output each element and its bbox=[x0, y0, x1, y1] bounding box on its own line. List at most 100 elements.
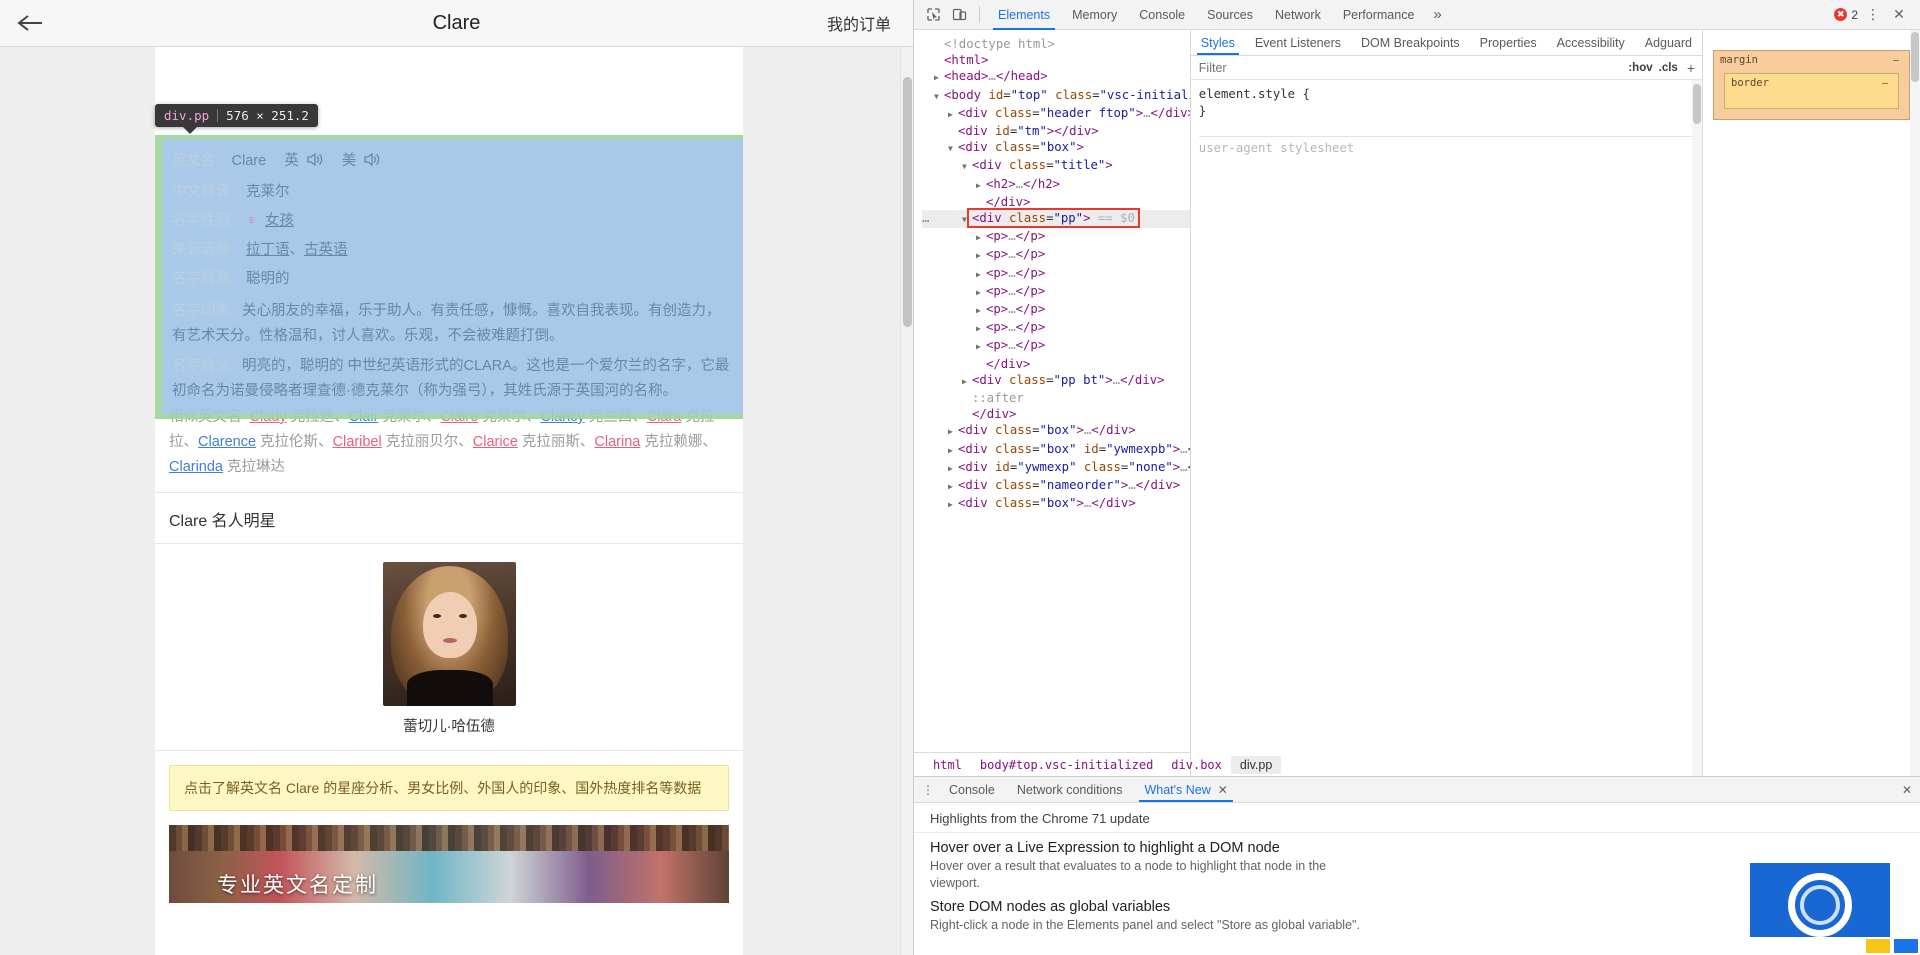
similar-name-link[interactable]: Clarina bbox=[594, 434, 640, 450]
dom-twisty-icon[interactable] bbox=[934, 68, 944, 86]
page-scrollbar[interactable] bbox=[900, 47, 913, 955]
dom-twisty-icon[interactable] bbox=[948, 422, 958, 440]
dom-twisty-icon[interactable] bbox=[976, 283, 986, 301]
speaker-us-icon[interactable] bbox=[363, 149, 380, 178]
dom-node[interactable]: <div class="title"> bbox=[922, 157, 1190, 175]
devtools-tab-elements[interactable]: Elements bbox=[987, 0, 1061, 30]
promo-banner[interactable]: 专业英文名定制 bbox=[169, 825, 729, 903]
close-icon[interactable]: ✕ bbox=[1888, 4, 1910, 26]
devtools-tab-memory[interactable]: Memory bbox=[1061, 0, 1128, 30]
styles-scrollbar-thumb[interactable] bbox=[1693, 84, 1701, 124]
dom-twisty-icon[interactable] bbox=[948, 459, 958, 477]
dom-node[interactable]: <div class="header ftop">…</div> bbox=[922, 105, 1190, 123]
page-scrollbar-thumb[interactable] bbox=[903, 77, 912, 327]
dom-node[interactable]: <div id="tm"></div> bbox=[922, 123, 1190, 139]
dom-node[interactable]: <h2>…</h2> bbox=[922, 176, 1190, 194]
dom-node[interactable]: <p>…</p> bbox=[922, 265, 1190, 283]
dom-twisty-icon[interactable] bbox=[948, 139, 958, 157]
gender-value[interactable]: 女孩 bbox=[265, 213, 294, 229]
dom-node-selected[interactable]: … <div class="pp"> == $0 bbox=[922, 208, 1190, 229]
drawer-tab-console[interactable]: Console bbox=[938, 777, 1006, 802]
vertical-dots-icon[interactable]: ⋮ bbox=[1862, 4, 1884, 26]
dom-node[interactable]: <body id="top" class="vsc-initialized"> bbox=[922, 87, 1190, 105]
dom-node[interactable]: <div class="nameorder">…</div> bbox=[922, 477, 1190, 495]
dom-twisty-icon[interactable] bbox=[948, 477, 958, 495]
dom-node[interactable]: <head>…</head> bbox=[922, 68, 1190, 86]
dom-node[interactable]: <div id="ywmexp" class="none">…</div> bbox=[922, 459, 1190, 477]
origin-link-1[interactable]: 拉丁语 bbox=[246, 242, 290, 258]
dom-node[interactable]: </div> bbox=[922, 406, 1190, 422]
dom-node[interactable]: <html> bbox=[922, 52, 1190, 68]
dom-twisty-icon[interactable] bbox=[948, 441, 958, 459]
drawer-tab-network-conditions[interactable]: Network conditions bbox=[1006, 777, 1134, 802]
drawer-tab-what-s-new[interactable]: What's New ✕ bbox=[1133, 777, 1238, 802]
dom-node[interactable]: <div class="pp bt">…</div> bbox=[922, 372, 1190, 390]
dom-twisty-icon[interactable] bbox=[976, 319, 986, 337]
similar-name-link[interactable]: Clarice bbox=[473, 434, 518, 450]
dom-twisty-icon[interactable] bbox=[948, 105, 958, 123]
dom-node-more-icon[interactable]: … bbox=[922, 210, 930, 226]
breadcrumb-item[interactable]: html bbox=[924, 756, 971, 774]
dom-twisty-icon[interactable] bbox=[976, 246, 986, 264]
hov-toggle[interactable]: :hov bbox=[1628, 62, 1652, 74]
dom-node[interactable]: <div class="box">…</div> bbox=[922, 495, 1190, 513]
devtools-tab-network[interactable]: Network bbox=[1264, 0, 1332, 30]
styles-tab-properties[interactable]: Properties bbox=[1470, 30, 1547, 55]
devtools-tab-sources[interactable]: Sources bbox=[1196, 0, 1264, 30]
styles-filter-input[interactable] bbox=[1194, 59, 1623, 76]
styles-tab-styles[interactable]: Styles bbox=[1191, 30, 1245, 55]
box-model-margin[interactable]: margin – border – bbox=[1713, 50, 1910, 120]
devtools-tab-performance[interactable]: Performance bbox=[1332, 0, 1426, 30]
inspect-element-icon[interactable] bbox=[920, 3, 946, 27]
dom-node[interactable]: <p>…</p> bbox=[922, 228, 1190, 246]
breadcrumb-item[interactable]: body#top.vsc-initialized bbox=[971, 756, 1162, 774]
celebrity-card[interactable]: 蕾切儿·哈伍德 bbox=[155, 544, 743, 751]
speaker-uk-icon[interactable] bbox=[306, 149, 323, 178]
dom-node[interactable]: <div class="box" id="ywmexpb">…</div> bbox=[922, 441, 1190, 459]
styles-tab-adguard[interactable]: Adguard bbox=[1635, 30, 1702, 55]
dom-node[interactable]: <p>…</p> bbox=[922, 301, 1190, 319]
dom-twisty-icon[interactable] bbox=[976, 265, 986, 283]
dom-twisty-icon[interactable] bbox=[976, 301, 986, 319]
styles-tab-event-listeners[interactable]: Event Listeners bbox=[1245, 30, 1351, 55]
cls-toggle[interactable]: .cls bbox=[1659, 62, 1678, 74]
dom-node[interactable]: <div class="box"> bbox=[922, 139, 1190, 157]
box-model-border[interactable]: border – bbox=[1724, 73, 1899, 109]
error-count-badge[interactable]: ✖ 2 bbox=[1834, 8, 1858, 22]
dom-node[interactable]: <p>…</p> bbox=[922, 319, 1190, 337]
dom-node[interactable]: <p>…</p> bbox=[922, 246, 1190, 264]
similar-name-link[interactable]: Clarinda bbox=[169, 459, 223, 475]
drawer-tab-close-icon[interactable]: ✕ bbox=[1218, 783, 1228, 797]
drawer-vertical-dots-icon[interactable]: ⋮ bbox=[918, 777, 938, 802]
styles-tab-dom-breakpoints[interactable]: DOM Breakpoints bbox=[1351, 30, 1470, 55]
drawer-close-icon[interactable]: ✕ bbox=[1894, 777, 1920, 802]
dom-twisty-icon[interactable] bbox=[962, 372, 972, 390]
celebrity-photo[interactable] bbox=[382, 562, 516, 706]
metrics-scrollbar[interactable] bbox=[1910, 30, 1920, 776]
device-toolbar-icon[interactable] bbox=[946, 3, 972, 27]
add-style-rule-icon[interactable]: + bbox=[1684, 60, 1698, 76]
similar-name-link[interactable]: Clarence bbox=[198, 434, 256, 450]
gender-link[interactable]: 女孩 bbox=[265, 213, 294, 229]
dom-node[interactable]: <!doctype html> bbox=[922, 36, 1190, 52]
metrics-scrollbar-thumb[interactable] bbox=[1911, 32, 1919, 82]
styles-tab-accessibility[interactable]: Accessibility bbox=[1547, 30, 1635, 55]
dom-node[interactable]: ::after bbox=[922, 390, 1190, 406]
dom-twisty-icon[interactable] bbox=[948, 495, 958, 513]
notice-banner[interactable]: 点击了解英文名 Clare 的星座分析、男女比例、外国人的印象、国外热度排名等数… bbox=[169, 765, 729, 811]
dom-twisty-icon[interactable] bbox=[934, 87, 944, 105]
origin-link-2[interactable]: 古英语 bbox=[304, 242, 348, 258]
dom-twisty-icon[interactable] bbox=[976, 337, 986, 355]
styles-scrollbar[interactable] bbox=[1692, 80, 1702, 776]
dom-twisty-icon[interactable] bbox=[976, 228, 986, 246]
chevron-double-right-icon[interactable]: » bbox=[1425, 6, 1449, 23]
devtools-tab-console[interactable]: Console bbox=[1128, 0, 1196, 30]
dom-node[interactable]: </div> bbox=[922, 194, 1190, 210]
dom-node[interactable]: <p>…</p> bbox=[922, 283, 1190, 301]
dom-tree[interactable]: <!doctype html> <html><head>…</head> <body… bbox=[914, 30, 1190, 752]
dom-node[interactable]: </div> bbox=[922, 356, 1190, 372]
back-arrow-icon[interactable] bbox=[0, 13, 60, 33]
whats-new-item-title[interactable]: Hover over a Live Expression to highligh… bbox=[930, 840, 1904, 856]
dom-twisty-icon[interactable] bbox=[962, 157, 972, 175]
similar-name-link[interactable]: Claribel bbox=[333, 434, 382, 450]
